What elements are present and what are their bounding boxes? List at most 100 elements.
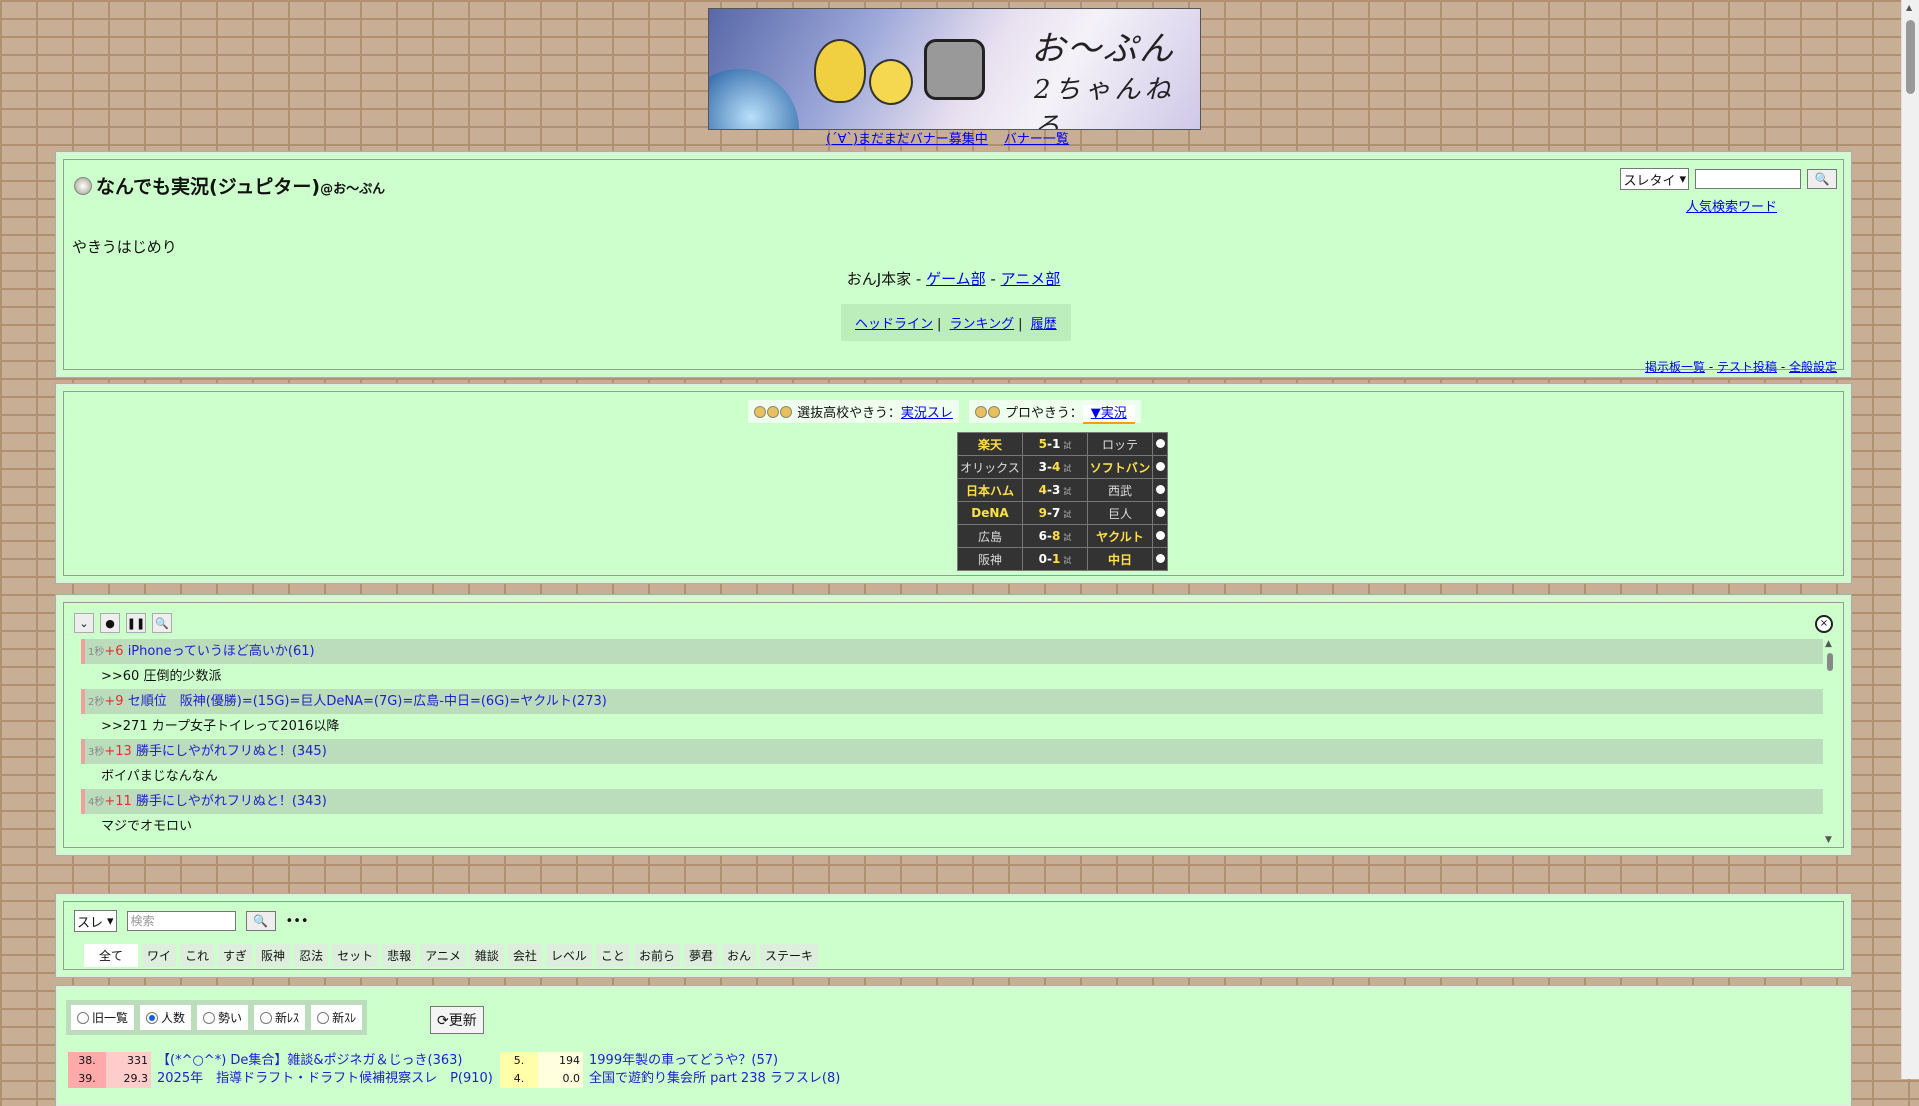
- tag-button[interactable]: これ: [180, 944, 215, 967]
- search-icon: 🔍: [1814, 172, 1830, 186]
- game-row[interactable]: DeNA 9-7 試巨人: [957, 501, 1168, 525]
- feed-thread-row[interactable]: 1秒+6 iPhoneっていうほど高いか(61): [81, 639, 1823, 664]
- game-live-button[interactable]: [1152, 524, 1168, 548]
- pause-button[interactable]: ❚❚: [126, 613, 146, 633]
- test-post-link[interactable]: テスト投稿: [1717, 360, 1777, 374]
- more-icon[interactable]: •••: [286, 914, 309, 929]
- tag-button[interactable]: 会社: [507, 944, 542, 967]
- thread-row[interactable]: 39. 29.3 2025年 指導ドラフト・ドラフト候補視察スレ P(910): [68, 1070, 493, 1088]
- game-row[interactable]: オリックス 3-4 試ソフトバン: [957, 455, 1168, 479]
- score-away: 4: [1051, 460, 1061, 474]
- tag-button[interactable]: こと: [595, 944, 630, 967]
- highschool-live-link[interactable]: 実況スレ: [901, 406, 953, 421]
- thread-row[interactable]: 38. 331 【(*^○^*) De集合】雑談&ポジネガ＆じっき(363): [68, 1052, 463, 1070]
- tag-button[interactable]: 阪神: [256, 944, 291, 967]
- close-button[interactable]: ×: [1815, 615, 1833, 633]
- feed-scrollbar[interactable]: ▲ ▼: [1825, 639, 1835, 845]
- filter-search-button[interactable]: 🔍: [245, 911, 276, 931]
- tag-button[interactable]: ステーキ: [759, 944, 818, 967]
- feed-delta: +11: [104, 794, 132, 809]
- feed-thread-row[interactable]: 2秒+9 セ順位 阪神(優勝)=(15G)=巨人DeNA=(7G)=広島-中日=…: [81, 689, 1823, 714]
- radio-button[interactable]: [146, 1011, 159, 1024]
- tag-button[interactable]: すぎ: [218, 944, 253, 967]
- anime-board-link[interactable]: アニメ部: [1001, 270, 1061, 288]
- refresh-button[interactable]: ⟳更新: [430, 1006, 484, 1034]
- sort-option[interactable]: 旧一覧: [71, 1005, 135, 1030]
- tag-button[interactable]: 全て: [84, 944, 138, 967]
- game-live-button[interactable]: [1152, 547, 1168, 571]
- tag-button[interactable]: レベル: [545, 944, 592, 967]
- feed-thread-link[interactable]: セ順位 阪神(優勝)=(15G)=巨人DeNA=(7G)=広島-中日=(6G)=…: [128, 694, 607, 709]
- settings-link[interactable]: 全般設定: [1789, 360, 1837, 374]
- game-live-button[interactable]: [1152, 478, 1168, 502]
- scroll-up-icon[interactable]: ▲: [1906, 3, 1912, 12]
- chevron-down-icon: ▾: [107, 913, 114, 929]
- tag-button[interactable]: ワイ: [142, 944, 177, 967]
- thread-row[interactable]: 5. 194 1999年製の車ってどうや？(57): [500, 1052, 778, 1070]
- banner-list-link[interactable]: バナー一覧: [1004, 132, 1069, 147]
- baseball-icon: [780, 406, 792, 418]
- window-scrollbar-thumb[interactable]: [1906, 20, 1915, 94]
- thread-title-link[interactable]: 1999年製の車ってどうや？(57): [589, 1053, 778, 1068]
- game-row[interactable]: 阪神 0-1 試中日: [957, 547, 1168, 571]
- nav-headline[interactable]: ヘッドライン: [855, 317, 933, 332]
- tag-button[interactable]: 忍法: [294, 944, 329, 967]
- thread-count: 0.0: [538, 1070, 583, 1088]
- tag-button[interactable]: 夢君: [683, 944, 718, 967]
- feed-thread-link[interactable]: 勝手にしやがれフリぬと！(343): [136, 794, 327, 809]
- search-type-select[interactable]: スレタイ ▾: [1620, 168, 1689, 190]
- feed-toolbar: ⌄ ● ❚❚ 🔍: [74, 613, 172, 633]
- tag-button[interactable]: セット: [332, 944, 379, 967]
- game-row[interactable]: 日本ハム 4-3 試西武: [957, 478, 1168, 502]
- scroll-up-icon[interactable]: ▲: [1825, 639, 1832, 649]
- filter-search-input[interactable]: 検索: [126, 911, 236, 931]
- radio-button[interactable]: [203, 1011, 216, 1024]
- feed-thread-row[interactable]: 4秒+11 勝手にしやがれフリぬと！(343): [81, 789, 1823, 814]
- banner-image[interactable]: お～ぷん 2ちゃんねる: [708, 8, 1201, 130]
- feed-thread-link[interactable]: 勝手にしやがれフリぬと！(345): [136, 744, 327, 759]
- sort-option[interactable]: 勢い: [197, 1005, 249, 1030]
- sort-option[interactable]: 新ｽﾚ: [311, 1005, 363, 1030]
- collapse-button[interactable]: ⌄: [74, 613, 94, 633]
- window-scrollbar[interactable]: ▲: [1901, 0, 1919, 1079]
- game-row[interactable]: 広島 6-8 試ヤクルト: [957, 524, 1168, 548]
- feed-search-button[interactable]: 🔍: [152, 613, 172, 633]
- search-input[interactable]: [1695, 169, 1801, 189]
- tag-button[interactable]: 雑談: [469, 944, 504, 967]
- pro-live-button[interactable]: ▼実況: [1082, 405, 1135, 424]
- sort-option[interactable]: 人数: [140, 1005, 192, 1030]
- sort-option[interactable]: 新ﾚｽ: [254, 1005, 306, 1030]
- banner-recruit-link[interactable]: (´∀`)まだまだバナー募集中: [826, 132, 988, 147]
- away-team: 巨人: [1087, 501, 1153, 525]
- tag-button[interactable]: 悲報: [382, 944, 417, 967]
- feed-thread-link[interactable]: iPhoneっていうほど高いか(61): [128, 644, 315, 659]
- thread-row[interactable]: 4. 0.0 全国で遊釣り集会所 part 238 ラフスレ(8): [500, 1070, 840, 1088]
- comment-button[interactable]: ●: [100, 613, 120, 633]
- banner[interactable]: お～ぷん 2ちゃんねる: [708, 8, 1201, 130]
- tag-button[interactable]: お前ら: [633, 944, 680, 967]
- nav-history[interactable]: 履歴: [1031, 317, 1057, 332]
- away-team: 中日: [1087, 547, 1153, 571]
- game-live-button[interactable]: [1152, 501, 1168, 525]
- game-live-button[interactable]: [1152, 432, 1168, 456]
- game-board-link[interactable]: ゲーム部: [926, 270, 986, 288]
- filter-type-select[interactable]: スレ ▾: [74, 910, 117, 932]
- tag-button[interactable]: アニメ: [420, 944, 466, 967]
- away-team: ソフトバン: [1087, 455, 1153, 479]
- feed-thread-row[interactable]: 3秒+13 勝手にしやがれフリぬと！(345): [81, 739, 1823, 764]
- board-title[interactable]: なんでも実況(ジュピター)@お～ぷん: [74, 172, 385, 199]
- radio-button[interactable]: [317, 1011, 330, 1024]
- radio-button[interactable]: [260, 1011, 273, 1024]
- radio-button[interactable]: [77, 1011, 89, 1024]
- scroll-down-icon[interactable]: ▼: [1825, 835, 1832, 845]
- nav-ranking[interactable]: ランキング: [950, 317, 1015, 332]
- board-list-link[interactable]: 掲示板一覧: [1645, 360, 1705, 374]
- thread-title-link[interactable]: 【(*^○^*) De集合】雑談&ポジネガ＆じっき(363): [157, 1053, 463, 1068]
- tag-button[interactable]: おん: [721, 944, 756, 967]
- scrollbar-thumb[interactable]: [1827, 653, 1833, 671]
- popular-search-link[interactable]: 人気検索ワード: [1686, 196, 1777, 215]
- search-button[interactable]: 🔍: [1807, 169, 1837, 189]
- monitor-graphic: [924, 39, 985, 100]
- game-row[interactable]: 楽天 5-1 試ロッテ: [957, 432, 1168, 456]
- game-live-button[interactable]: [1152, 455, 1168, 479]
